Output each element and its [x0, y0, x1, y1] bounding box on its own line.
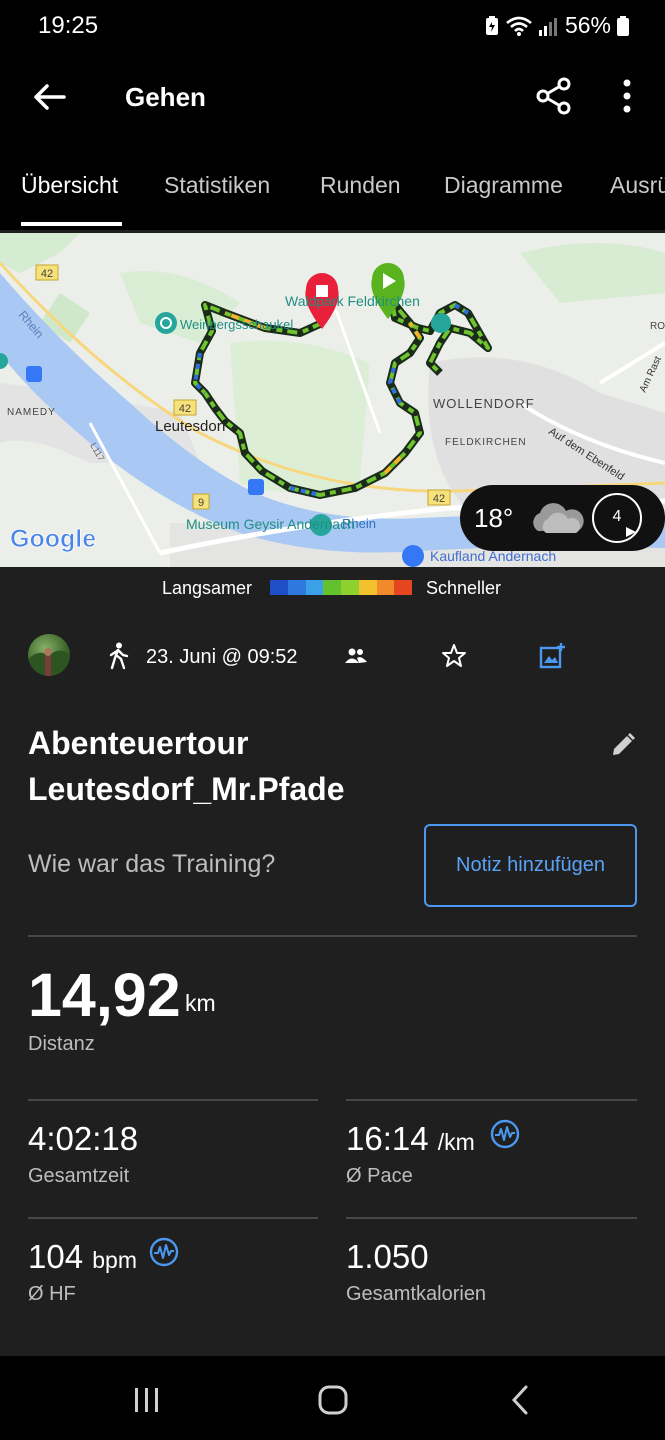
legend-color-swatch	[305, 580, 324, 595]
map-label-namedy: NAMEDY	[7, 407, 56, 418]
weather-widget[interactable]: 18° 4	[460, 485, 665, 551]
share-icon[interactable]	[534, 76, 574, 116]
tab-bar: Übersicht Statistiken Runden Diagramme A…	[0, 142, 665, 230]
map-label-ro: RO	[650, 321, 665, 332]
add-photo-icon[interactable]	[538, 642, 566, 670]
walking-icon	[109, 642, 129, 670]
sensor-pulse-icon	[149, 1237, 179, 1267]
road-shield-label: 9	[198, 497, 204, 509]
tab-overview[interactable]: Übersicht	[21, 172, 118, 199]
map-label-leutesdorf: Leutesdorf	[155, 418, 227, 435]
signal-icon	[538, 17, 557, 36]
heart-rate-stat: 104 bpm	[28, 1238, 137, 1276]
legend-color-swatch	[394, 580, 412, 595]
pace-legend: Langsamer Schneller	[0, 567, 665, 609]
divider	[28, 1217, 318, 1219]
pace-stat: 16:14 /km	[346, 1120, 475, 1158]
divider	[28, 1099, 318, 1101]
activity-title-line: Leutesdorf_Mr.Pfade	[28, 771, 345, 807]
battery-saver-icon	[485, 15, 498, 35]
pace-value: 16:14	[346, 1120, 429, 1157]
route-map[interactable]: 42 42 42 9 Waldpark Feldkirchen Weinberg…	[0, 233, 665, 567]
distance-unit: km	[185, 990, 216, 1016]
distance-label: Distanz	[28, 1033, 95, 1055]
avatar[interactable]	[28, 634, 70, 676]
legend-color-bar	[270, 580, 412, 595]
calories-label: Gesamtkalorien	[346, 1283, 487, 1305]
map-label-wollendorf: WOLLENDORF	[433, 396, 535, 411]
calories-value: 1.050	[346, 1238, 429, 1275]
legend-color-swatch	[358, 580, 377, 595]
park-poi-icon	[431, 313, 451, 333]
battery-icon	[617, 15, 629, 36]
total-time-label: Gesamtzeit	[28, 1165, 130, 1187]
legend-color-swatch	[287, 580, 306, 595]
divider	[346, 1217, 637, 1219]
heart-rate-unit: bpm	[92, 1247, 137, 1273]
favorite-star-icon[interactable]	[441, 643, 467, 669]
tab-laps[interactable]: Runden	[320, 172, 401, 199]
map-green-area	[230, 340, 370, 493]
road-shield-label: 42	[433, 493, 445, 505]
status-bar: 19:25 56%	[0, 0, 665, 52]
google-logo: Google	[10, 525, 96, 553]
back-nav-icon[interactable]	[510, 1385, 530, 1415]
add-note-button[interactable]: Notiz hinzufügen	[424, 824, 637, 907]
road-shield-label: 42	[179, 403, 191, 415]
battery-percent: 56%	[564, 12, 611, 38]
legend-color-swatch	[376, 580, 395, 595]
road-shield-label: 42	[41, 268, 53, 280]
heart-rate-label: Ø HF	[28, 1283, 76, 1305]
legend-color-swatch	[270, 580, 288, 595]
sensor-pulse-icon	[490, 1119, 520, 1149]
heart-rate-value: 104	[28, 1238, 84, 1275]
active-tab-indicator	[21, 222, 122, 226]
group-icon[interactable]	[344, 646, 368, 666]
pace-unit: /km	[437, 1129, 475, 1155]
transit-poi-icon	[26, 366, 42, 382]
legend-color-swatch	[323, 580, 341, 595]
viewpoint-poi-icon	[155, 312, 177, 334]
avatar-image	[28, 648, 70, 676]
more-options-icon[interactable]	[612, 76, 642, 116]
map-label-museum: Museum Geysir Andernach	[186, 516, 355, 532]
app-bar: Gehen	[0, 52, 665, 142]
divider	[346, 1099, 637, 1101]
activity-meta-row: 23. Juni @ 09:52	[0, 628, 665, 684]
activity-title-line: Abenteuertour	[28, 725, 249, 761]
edit-pencil-icon[interactable]	[610, 732, 636, 758]
map-label-feldkirchen: FELDKIRCHEN	[445, 437, 527, 448]
cloud-icon	[533, 503, 584, 533]
activity-title: Abenteuertour Leutesdorf_Mr.Pfade	[28, 720, 588, 812]
legend-color-swatch	[341, 580, 359, 595]
wind-indicator: 4	[592, 493, 642, 543]
back-arrow-icon[interactable]	[30, 78, 68, 116]
map-label-waldpark: Waldpark Feldkirchen	[285, 293, 420, 309]
pace-label: Ø Pace	[346, 1165, 413, 1187]
legend-slow-label: Langsamer	[162, 578, 253, 598]
page-title: Gehen	[125, 82, 206, 112]
wind-speed: 4	[612, 508, 622, 525]
tab-statistics[interactable]: Statistiken	[164, 172, 270, 199]
distance-value: 14,92	[28, 961, 181, 1029]
weather-temperature: 18°	[474, 503, 514, 533]
training-question: Wie war das Training?	[28, 850, 276, 878]
map-label-museum-text: Museum Geysir Andernach	[186, 516, 355, 532]
tab-charts[interactable]: Diagramme	[444, 172, 563, 199]
divider	[28, 935, 637, 937]
legend-fast-label: Schneller	[426, 578, 502, 598]
home-icon[interactable]	[318, 1385, 348, 1415]
shopping-poi-icon	[402, 545, 424, 567]
status-time: 19:25	[38, 12, 99, 39]
tab-equipment[interactable]: Ausrü	[610, 172, 665, 199]
activity-date: 23. Juni @ 09:52	[146, 646, 298, 668]
transit-poi-icon	[248, 479, 264, 495]
total-time-value: 4:02:18	[28, 1120, 139, 1157]
recent-apps-icon[interactable]	[132, 1386, 162, 1414]
wind-direction-icon	[626, 527, 636, 537]
wifi-icon	[506, 16, 532, 36]
status-icons: 56%	[485, 12, 629, 39]
map-label-weinberg: Weinbergsschaukel	[180, 317, 293, 332]
system-nav-bar	[0, 1356, 665, 1440]
